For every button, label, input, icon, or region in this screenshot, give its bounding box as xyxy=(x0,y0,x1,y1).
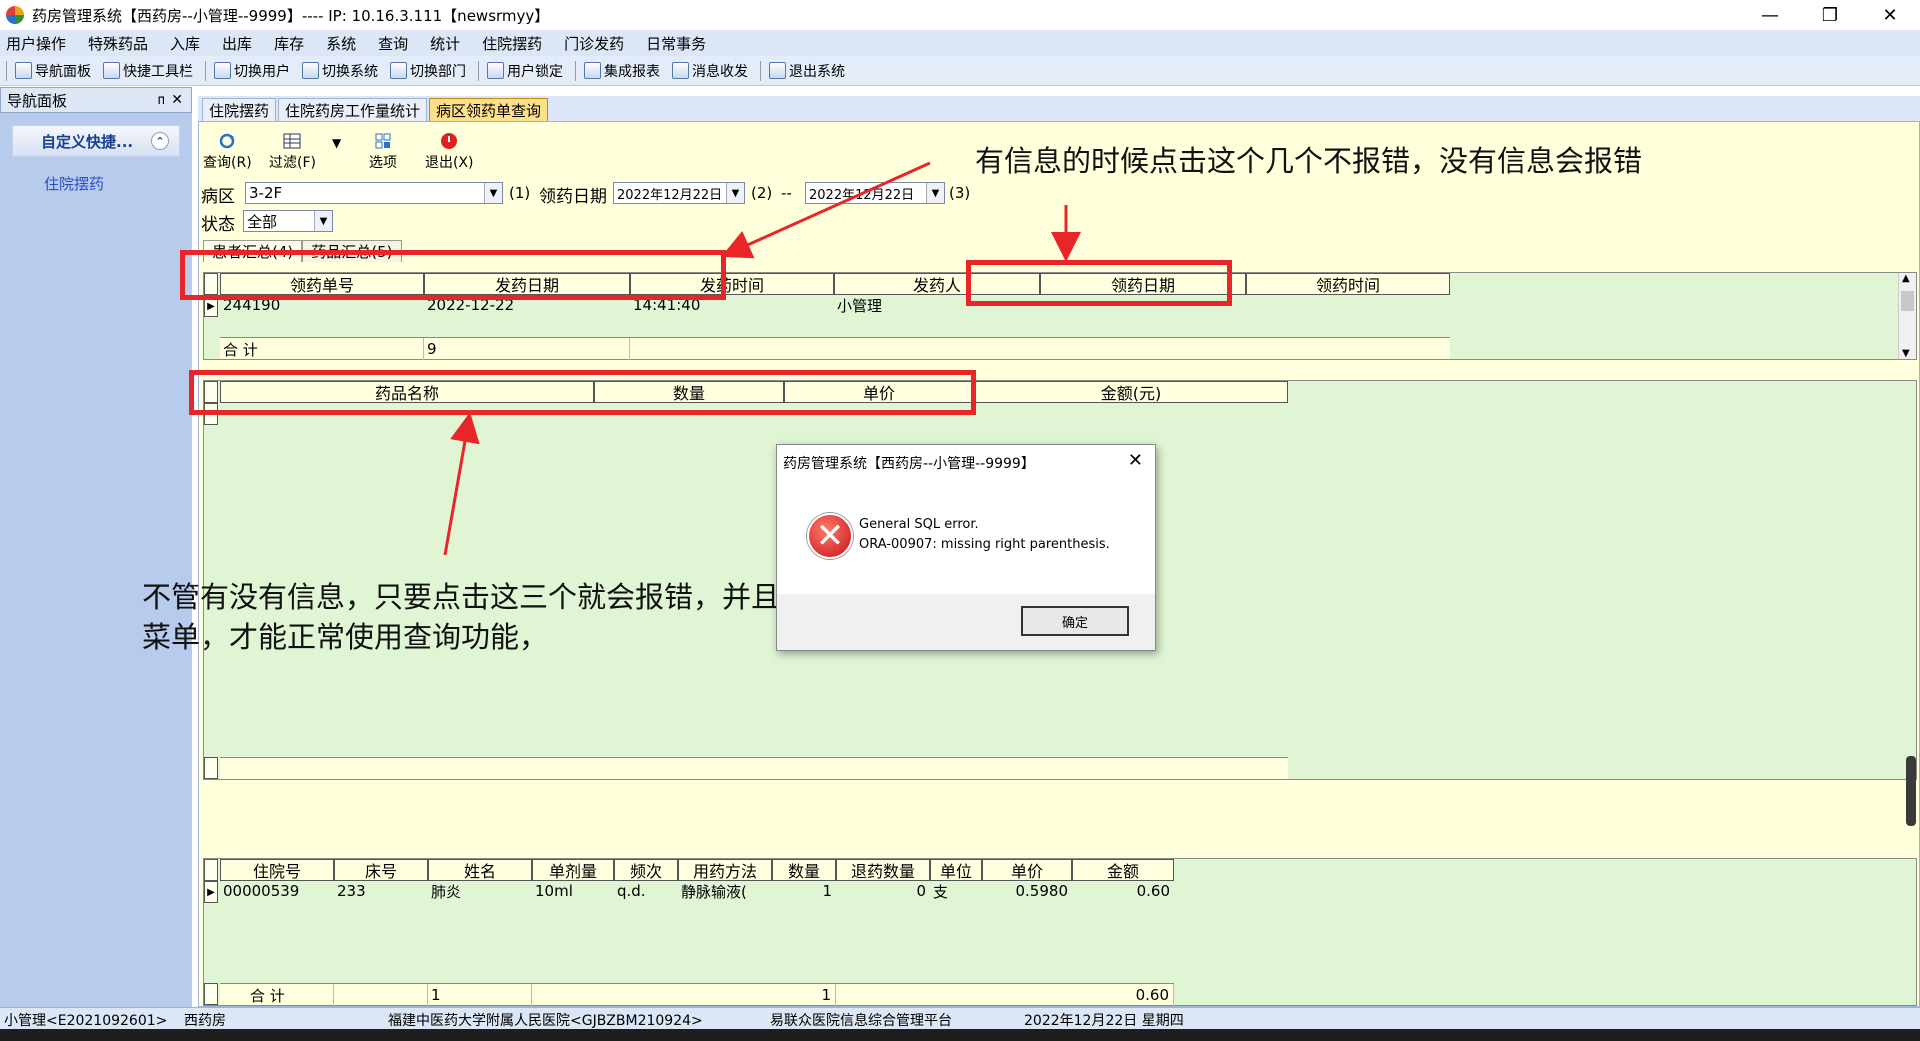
os-taskbar xyxy=(0,1029,1920,1041)
dialog-title: 药房管理系统【西药房--小管理--9999】 xyxy=(783,456,1035,472)
arrow-to-order-date xyxy=(721,161,931,259)
arrow-to-drug-headers xyxy=(443,412,480,556)
status-platform: 易联众医院信息综合管理平台 xyxy=(770,1013,952,1029)
error-icon: ✕ xyxy=(807,513,853,559)
status-user: 小管理<E2021092601> xyxy=(4,1013,168,1029)
dialog-message-line2: ORA-00907: missing right parenthesis. xyxy=(859,537,1110,552)
page-scroll-handle[interactable] xyxy=(1906,756,1916,826)
error-dialog: 药房管理系统【西药房--小管理--9999】 ✕ ✕ General SQL e… xyxy=(776,444,1156,651)
dialog-footer: 确定 xyxy=(777,594,1155,650)
status-bar: 小管理<E2021092601> 西药房 福建中医药大学附属人民医院<GJBZB… xyxy=(0,1007,1920,1029)
annotation-bottom-text-2: 菜单，才能正常使用查询功能， xyxy=(142,620,549,654)
dialog-close-icon[interactable]: ✕ xyxy=(1128,450,1143,471)
status-department: 西药房 xyxy=(184,1013,226,1029)
status-hospital: 福建中医药大学附属人民医院<GJBZBM210924> xyxy=(388,1013,703,1029)
dialog-message: General SQL error. ORA-00907: missing ri… xyxy=(859,515,1110,555)
status-date: 2022年12月22日 星期四 xyxy=(1024,1013,1184,1029)
annotation-top-text: 有信息的时候点击这个几个不报错，没有信息会报错 xyxy=(975,144,1643,178)
dialog-message-line1: General SQL error. xyxy=(859,517,979,532)
ok-button[interactable]: 确定 xyxy=(1021,606,1129,636)
